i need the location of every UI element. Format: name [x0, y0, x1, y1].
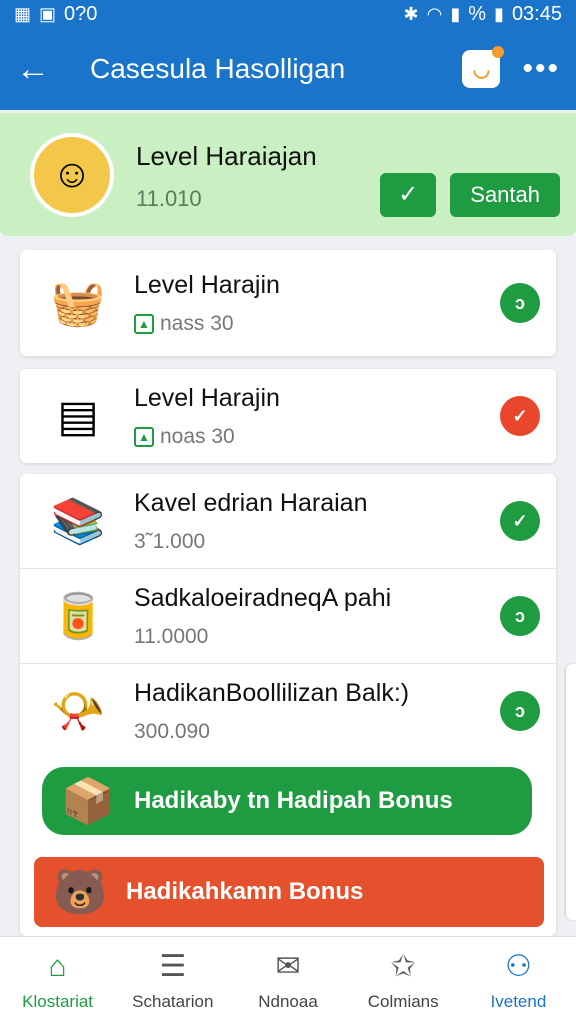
- list-item[interactable]: 📚 Kavel edrian Haraian 3˜1.000 ✓: [20, 474, 556, 568]
- can-icon: 🥫: [50, 592, 106, 641]
- chart-mini-icon: ▲: [134, 426, 154, 447]
- reward-value: 300.090: [134, 719, 210, 743]
- check-button[interactable]: ✓: [380, 172, 437, 217]
- task-card[interactable]: ▤ Level Harajin ▲ noas 30 ✓: [20, 369, 556, 463]
- reward-value: 11.0000: [134, 624, 209, 648]
- reward-text: Kavel edrian Haraian 3˜1.000: [134, 489, 500, 554]
- bottom-nav: ⌂ Klostariat ☰ Schatarion ✉ Ndnoaa ✩ Col…: [0, 936, 576, 1024]
- star-icon: ✩: [390, 950, 416, 983]
- nav-item-star[interactable]: ✩ Colmians: [346, 937, 461, 1024]
- chart-mini-icon: ▲: [134, 313, 154, 334]
- status-left-text: 0?0: [64, 2, 98, 25]
- task-sub-text: nass 30: [160, 311, 234, 335]
- reward-title: Kavel edrian Haraian: [134, 488, 368, 517]
- books-icon: 📚: [50, 497, 106, 546]
- reward-text: HadikanBoollilizan Balk:) 300.090: [134, 679, 500, 744]
- task-sub: ▲ noas 30: [134, 425, 500, 449]
- inbox-icon: ✉: [275, 950, 301, 983]
- user-icon: ⚇: [504, 950, 532, 983]
- nav-label: Schatarion: [132, 992, 214, 1011]
- reward-value: 3˜1.000: [134, 529, 206, 553]
- nav-label: Klostariat: [22, 991, 94, 1011]
- nav-item-inbox[interactable]: ✉ Ndnoaa: [230, 937, 345, 1024]
- smile-icon: ◡: [472, 58, 491, 81]
- santah-button[interactable]: Santah: [450, 172, 560, 217]
- nav-item-home[interactable]: ⌂ Klostariat: [0, 937, 115, 1024]
- box-icon: 📦: [60, 777, 116, 826]
- nav-label: Colmians: [367, 992, 439, 1011]
- status-right: ✱ ◠ ▮ % ▮ 03:45: [404, 3, 562, 26]
- image-icon: ▣: [39, 3, 57, 24]
- sim-icon: ▦: [14, 3, 32, 24]
- reward-title: HadikanBoollilizan Balk:): [134, 678, 410, 707]
- status-bar: ▦ ▣ 0?0 ✱ ◠ ▮ % ▮ 03:45: [0, 0, 576, 28]
- horn-icon: 📯: [50, 687, 106, 736]
- profile-header: ☺ Level Haraiajan 11.010 ✓ Santah: [0, 113, 576, 236]
- task-title: Level Harajin: [134, 270, 280, 299]
- list-item[interactable]: 🥫 SadkaloeiradneqA pahi 11.0000 ↄ: [20, 569, 556, 663]
- mascot-icon: 🐻: [52, 868, 108, 917]
- avatar-icon[interactable]: ☺: [30, 132, 114, 217]
- status-time: 03:45: [511, 2, 562, 25]
- status-bubble-icon[interactable]: ↄ: [500, 283, 540, 323]
- side-panel-edge[interactable]: [566, 664, 576, 920]
- nav-item-list[interactable]: ☰ Schatarion: [115, 937, 230, 1024]
- profile-text: Level Haraiajan 11.010: [136, 137, 380, 212]
- task-row[interactable]: ▤ Level Harajin ▲ noas 30 ✓: [20, 369, 556, 463]
- notification-dot: [492, 46, 505, 58]
- home-icon: ⌂: [48, 949, 67, 983]
- nav-item-user[interactable]: ⚇ Ivetend: [461, 937, 576, 1024]
- nav-label: Ndnoaa: [258, 992, 318, 1011]
- task-text: Level Harajin ▲ noas 30: [134, 384, 500, 449]
- tablet-icon: ▤: [57, 391, 99, 441]
- profile-score: 11.010: [136, 186, 202, 211]
- signal-icon: ▮: [450, 3, 461, 24]
- wifi-icon: ◠: [426, 3, 443, 24]
- reward-title: SadkaloeiradneqA pahi: [134, 583, 392, 612]
- status-bubble-icon[interactable]: ↄ: [500, 596, 540, 636]
- bonus-banner-red[interactable]: 🐻 Hadikahkamn Bonus: [34, 857, 544, 927]
- task-sub-text: noas 30: [160, 424, 235, 448]
- banner-label: Hadikahkamn Bonus: [126, 878, 364, 905]
- task-text: Level Harajin ▲ nass 30: [134, 271, 500, 336]
- reward-text: SadkaloeiradneqA pahi 11.0000: [134, 584, 500, 649]
- profile-name: Level Haraiajan: [136, 141, 317, 171]
- basket-icon: 🧺: [50, 279, 106, 328]
- nav-label: Ivetend: [490, 992, 547, 1011]
- list-icon: ☰: [159, 950, 187, 983]
- chat-icon[interactable]: ◡: [462, 46, 505, 88]
- list-item[interactable]: 📯 HadikanBoollilizan Balk:) 300.090 ↄ: [20, 664, 556, 758]
- status-bubble-icon[interactable]: ✓: [500, 396, 540, 436]
- task-sub: ▲ nass 30: [134, 312, 500, 336]
- battery-percent: %: [468, 2, 487, 25]
- back-arrow-icon[interactable]: ←: [16, 50, 66, 89]
- status-left: ▦ ▣ 0?0: [14, 3, 97, 26]
- battery-icon: ▮: [494, 3, 504, 24]
- app-bar: ← Casesula Hasolligan ◡ •••: [0, 28, 576, 110]
- status-bubble-icon[interactable]: ↄ: [500, 691, 540, 731]
- task-card[interactable]: 🧺 Level Harajin ▲ nass 30 ↄ: [20, 250, 556, 356]
- bluetooth-icon: ✱: [403, 3, 419, 24]
- task-title: Level Harajin: [134, 383, 280, 412]
- banner-label: Hadikaby tn Hadipah Bonus: [134, 787, 453, 814]
- more-icon[interactable]: •••: [522, 52, 560, 86]
- bonus-banner-green[interactable]: 📦 Hadikaby tn Hadipah Bonus: [42, 767, 532, 835]
- status-bubble-icon[interactable]: ✓: [500, 501, 540, 541]
- task-row[interactable]: 🧺 Level Harajin ▲ nass 30 ↄ: [20, 250, 556, 356]
- page-title: Casesula Hasolligan: [90, 53, 346, 84]
